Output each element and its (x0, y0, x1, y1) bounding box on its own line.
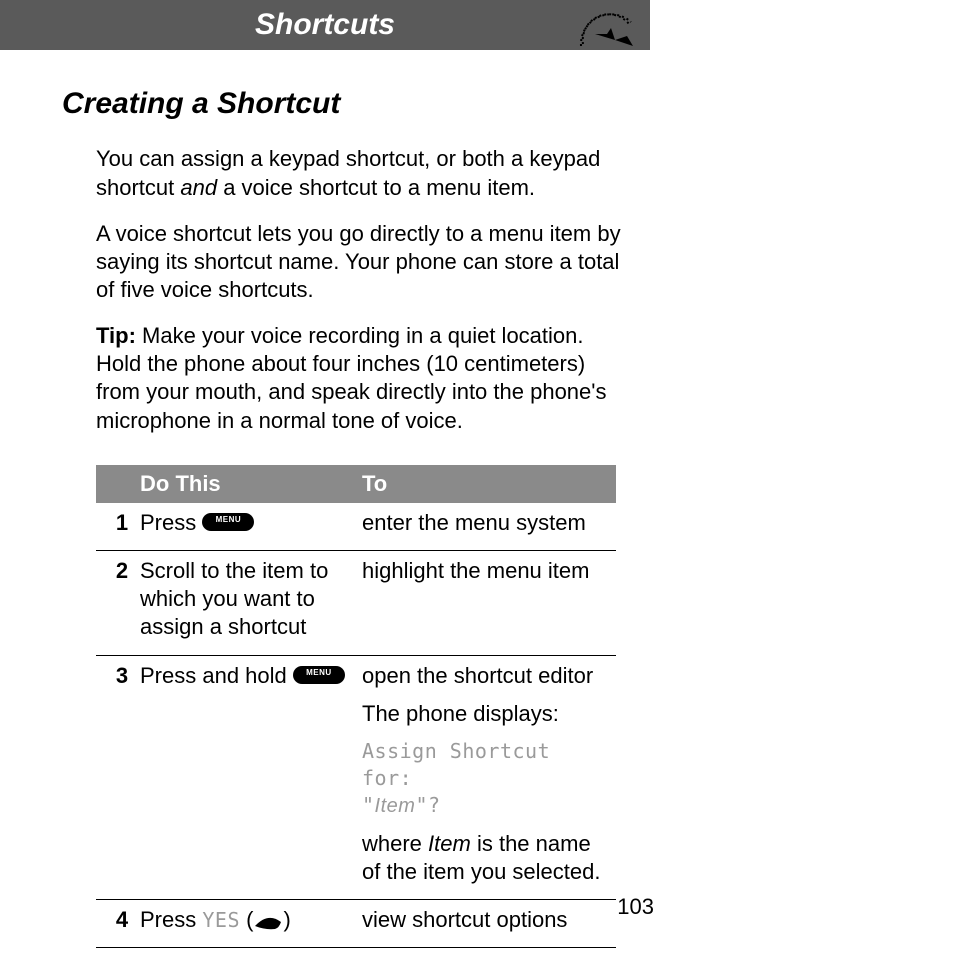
menu-key-icon (293, 666, 345, 684)
step-do: Scroll to the item to which you want to … (140, 557, 356, 646)
paragraph-2: A voice shortcut lets you go directly to… (96, 220, 622, 304)
table-row: 2 Scroll to the item to which you want t… (96, 551, 616, 655)
step-to-line1: open the shortcut editor (362, 662, 607, 690)
step-to: highlight the menu item (356, 557, 613, 590)
table-header-do: Do This (140, 465, 356, 503)
phone-display-text: Assign Shortcut for: "Item"? (362, 738, 607, 820)
l4b: Item (428, 831, 471, 856)
step-to-line4: where Item is the name of the item you s… (362, 830, 607, 886)
table-row: 4 Press YES () view shortcut options (96, 900, 616, 948)
page-number: 103 (617, 894, 654, 920)
confirm-b-open: " (362, 793, 375, 817)
step-to-line2: The phone displays: (362, 700, 607, 728)
step-do: Press and hold (140, 662, 356, 695)
confirm-b-close: "? (415, 793, 440, 817)
tip-body: Make your voice recording in a quiet loc… (96, 323, 606, 432)
header-title: Shortcuts (255, 8, 395, 42)
paren-close: ) (283, 907, 290, 932)
table-row: 1 Press enter the menu system (96, 503, 616, 551)
step-number: 3 (96, 662, 140, 695)
l4a: where (362, 831, 428, 856)
step-do-prefix: Press and hold (140, 663, 293, 688)
paragraph-1: You can assign a keypad shortcut, or bot… (96, 145, 622, 201)
table-header-num (96, 465, 140, 503)
confirm-b-item: Item (375, 795, 416, 817)
step-to: view shortcut options (356, 906, 613, 939)
tip-label: Tip: (96, 323, 136, 348)
header-bar: Shortcuts (0, 0, 650, 50)
step-number: 1 (96, 509, 140, 542)
step-to: enter the menu system (356, 509, 613, 542)
step-do: Press (140, 509, 356, 542)
p1-c: a voice shortcut to a menu item. (217, 175, 535, 200)
shortcut-arc-icon (575, 2, 635, 52)
section-title: Creating a Shortcut (62, 85, 622, 123)
yes-label: YES (202, 908, 240, 932)
p1-b: and (180, 175, 217, 200)
step-do: Press YES () (140, 906, 356, 939)
step-number: 4 (96, 906, 140, 939)
step-do-prefix: Press (140, 907, 202, 932)
paragraph-tip: Tip: Make your voice recording in a quie… (96, 322, 622, 435)
step-to: open the shortcut editor The phone displ… (356, 662, 613, 892)
table-header-to: To (356, 465, 613, 503)
left-softkey-icon (253, 911, 283, 927)
steps-table: Do This To 1 Press enter the menu system… (96, 465, 616, 949)
page: Shortcuts Creating a Shortcut You can as… (0, 0, 954, 954)
paren-open: ( (240, 907, 253, 932)
table-row: 3 Press and hold open the shortcut edito… (96, 656, 616, 901)
step-do-prefix: Press (140, 510, 202, 535)
step-number: 2 (96, 557, 140, 590)
menu-key-icon (202, 513, 254, 531)
table-header: Do This To (96, 465, 616, 503)
confirm-a: Assign Shortcut for: (362, 739, 550, 790)
content-area: Creating a Shortcut You can assign a key… (62, 85, 622, 948)
